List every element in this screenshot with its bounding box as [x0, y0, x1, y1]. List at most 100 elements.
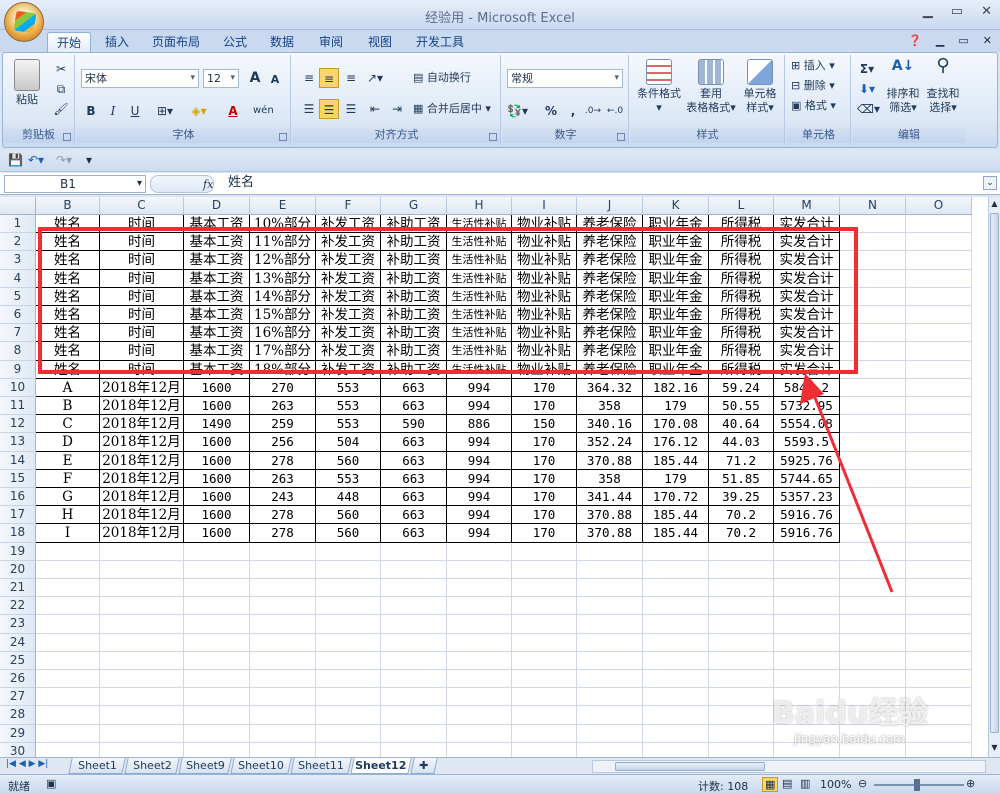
table-cell[interactable] [36, 560, 100, 579]
table-cell[interactable] [184, 670, 250, 689]
table-cell[interactable]: 5593.5 [774, 433, 840, 452]
macro-record-icon[interactable]: ▣ [46, 777, 56, 790]
cell-styles-button[interactable]: 单元格 样式▾ [737, 59, 783, 115]
table-cell[interactable] [840, 433, 906, 452]
table-cell[interactable] [840, 706, 906, 725]
format-as-table-button[interactable]: 套用 表格格式▾ [685, 59, 737, 115]
table-cell[interactable] [643, 724, 709, 743]
table-cell[interactable] [643, 742, 709, 757]
table-cell[interactable] [906, 579, 972, 598]
table-cell[interactable]: 补助工资 [381, 233, 447, 252]
table-cell[interactable] [906, 342, 972, 361]
ribbon-minimize-icon[interactable]: ▁ [936, 34, 944, 47]
table-cell[interactable] [906, 488, 972, 507]
table-cell[interactable]: 2018年12月 [100, 397, 184, 416]
table-cell[interactable] [840, 306, 906, 325]
table-cell[interactable] [250, 579, 316, 598]
table-cell[interactable]: 170.72 [643, 488, 709, 507]
merge-center-button[interactable]: ▦ 合并后居中 ▾ [413, 102, 491, 116]
table-cell[interactable]: 10%部分 [250, 215, 316, 234]
format-painter-icon[interactable]: 🖌 [51, 99, 71, 119]
table-cell[interactable] [36, 670, 100, 689]
table-cell[interactable]: 15%部分 [250, 306, 316, 325]
row-header[interactable]: 20 [0, 560, 36, 579]
table-cell[interactable] [709, 633, 774, 652]
autosum-icon[interactable]: Σ▾ [857, 59, 877, 79]
table-cell[interactable]: 185.44 [643, 524, 709, 543]
table-cell[interactable] [184, 706, 250, 725]
table-cell[interactable] [381, 597, 447, 616]
table-cell[interactable]: 13%部分 [250, 269, 316, 288]
zoom-in-icon[interactable]: ⊕ [966, 777, 975, 790]
table-cell[interactable]: 994 [447, 378, 512, 397]
table-cell[interactable]: 职业年金 [643, 269, 709, 288]
table-cell[interactable]: 259 [250, 415, 316, 434]
table-cell[interactable] [100, 579, 184, 598]
table-cell[interactable]: 994 [447, 488, 512, 507]
table-cell[interactable] [100, 597, 184, 616]
table-cell[interactable]: 278 [250, 506, 316, 525]
table-cell[interactable] [100, 542, 184, 561]
table-cell[interactable] [709, 542, 774, 561]
underline-button[interactable]: U [125, 101, 145, 121]
find-select-button[interactable]: ⚲ 查找和 选择▾ [923, 57, 963, 115]
table-cell[interactable]: 生活性补贴 [447, 287, 512, 306]
table-cell[interactable]: 1600 [184, 506, 250, 525]
table-cell[interactable]: 所得税 [709, 342, 774, 361]
zoom-slider-handle[interactable] [914, 779, 920, 791]
table-cell[interactable]: 生活性补贴 [447, 360, 512, 379]
undo-icon[interactable]: ↶▾ [28, 153, 44, 167]
table-cell[interactable]: 职业年金 [643, 342, 709, 361]
table-cell[interactable]: 补发工资 [316, 233, 381, 252]
table-cell[interactable]: 基本工资 [184, 306, 250, 325]
table-cell[interactable] [840, 724, 906, 743]
row-header[interactable]: 30 [0, 742, 36, 757]
table-cell[interactable]: 263 [250, 397, 316, 416]
table-cell[interactable] [643, 706, 709, 725]
page-layout-view-icon[interactable]: ▤ [782, 777, 792, 790]
align-left-icon[interactable]: ☰ [299, 99, 319, 119]
table-cell[interactable]: 44.03 [709, 433, 774, 452]
table-cell[interactable]: 278 [250, 524, 316, 543]
table-cell[interactable] [643, 670, 709, 689]
table-cell[interactable] [840, 287, 906, 306]
table-cell[interactable]: 5841.2 [774, 378, 840, 397]
table-cell[interactable] [840, 670, 906, 689]
table-cell[interactable]: 170 [512, 451, 577, 470]
table-cell[interactable] [100, 651, 184, 670]
table-cell[interactable]: 364.32 [577, 378, 643, 397]
table-cell[interactable]: 176.12 [643, 433, 709, 452]
table-cell[interactable]: 590 [381, 415, 447, 434]
table-cell[interactable]: 补发工资 [316, 342, 381, 361]
font-size-select[interactable]: 12 [203, 69, 239, 88]
table-cell[interactable]: 886 [447, 415, 512, 434]
table-cell[interactable]: 2018年12月 [100, 433, 184, 452]
table-cell[interactable] [709, 560, 774, 579]
table-cell[interactable] [840, 451, 906, 470]
table-cell[interactable]: 2018年12月 [100, 506, 184, 525]
table-cell[interactable]: 实发合计 [774, 324, 840, 343]
table-cell[interactable]: 补助工资 [381, 251, 447, 270]
borders-icon[interactable]: ⊞▾ [155, 101, 175, 121]
table-cell[interactable] [709, 597, 774, 616]
table-cell[interactable]: 时间 [100, 287, 184, 306]
table-cell[interactable]: 994 [447, 524, 512, 543]
table-cell[interactable] [840, 597, 906, 616]
conditional-format-button[interactable]: 条件格式 ▾ [633, 59, 685, 115]
table-cell[interactable]: 70.2 [709, 524, 774, 543]
restore-icon[interactable]: ▭ [951, 4, 963, 19]
table-cell[interactable] [840, 269, 906, 288]
orientation-icon[interactable]: ↗▾ [365, 68, 385, 88]
table-cell[interactable] [381, 724, 447, 743]
table-cell[interactable] [906, 378, 972, 397]
table-cell[interactable] [577, 706, 643, 725]
table-cell[interactable]: 所得税 [709, 360, 774, 379]
row-header[interactable]: 17 [0, 506, 36, 525]
table-cell[interactable]: 179 [643, 469, 709, 488]
table-cell[interactable] [447, 633, 512, 652]
table-cell[interactable] [840, 397, 906, 416]
table-cell[interactable]: 补发工资 [316, 324, 381, 343]
table-cell[interactable] [906, 306, 972, 325]
table-cell[interactable]: 物业补贴 [512, 342, 577, 361]
table-cell[interactable]: 170 [512, 524, 577, 543]
